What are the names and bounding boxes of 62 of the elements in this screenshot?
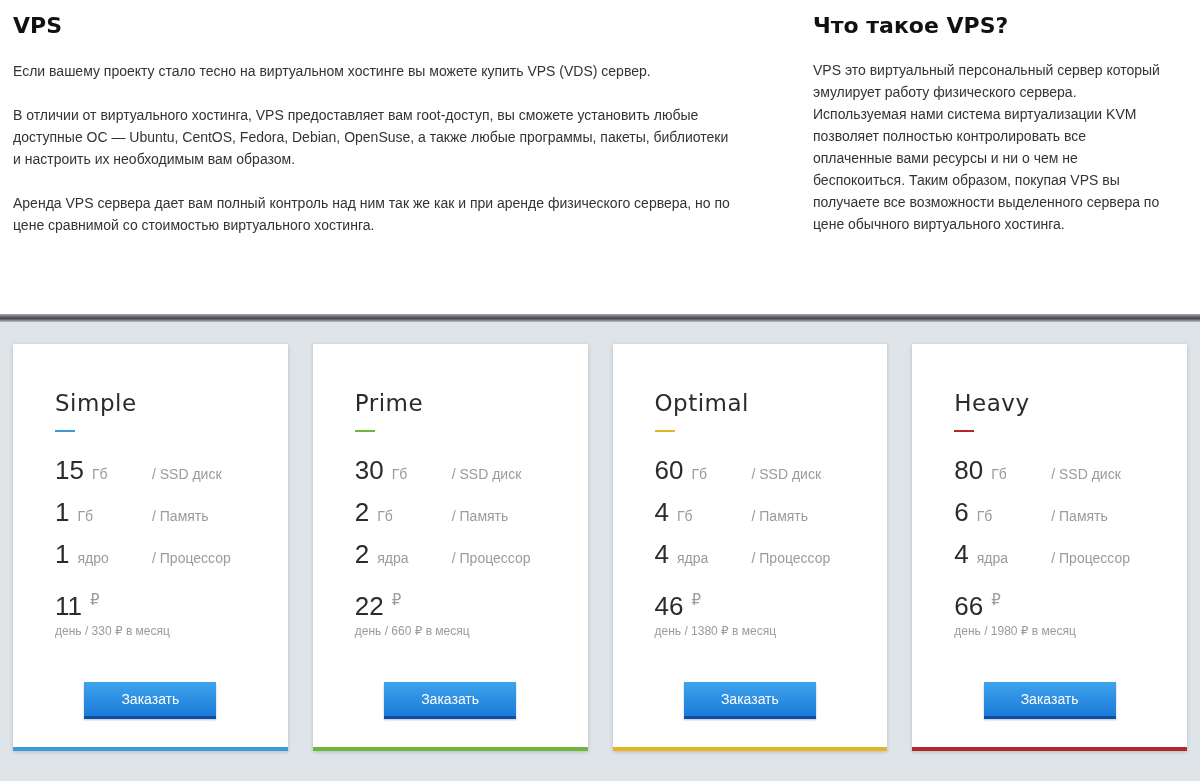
about-text: VPS это виртуальный персональный сервер который эмулирует работу физического сервера. Используемая нами система виртуализации KVM позволяет полностью контролировать все оплаченные вами ресурсы и ни о чем не беспокоиться. Таким образом, покупая VPS вы получаете все возможности выделенного сервера по цене обычного виртуального хостинга. bbox=[813, 61, 1161, 234]
price-note: день / 1380 ₽ в месяц bbox=[654, 623, 777, 639]
plan-name: Optimal bbox=[654, 389, 749, 418]
plan-name: Heavy bbox=[954, 389, 1030, 418]
about-heading: Что такое VPS? bbox=[813, 12, 1010, 40]
spec-label: / SSD диск bbox=[152, 465, 222, 484]
spec-label: / Процессор bbox=[1051, 549, 1131, 568]
plan-name: Prime bbox=[354, 389, 424, 418]
spec-value: 60 bbox=[654, 455, 684, 485]
order-button[interactable]: Заказать bbox=[84, 682, 217, 719]
spec-value: 15 bbox=[55, 455, 84, 485]
spec-unit: Гб bbox=[91, 465, 108, 484]
spec-value: 30 bbox=[354, 455, 384, 485]
currency-sign: ₽ bbox=[90, 591, 100, 609]
spec-unit: Гб bbox=[77, 507, 94, 526]
spec-unit: Гб bbox=[676, 507, 693, 526]
spec-label: / Память bbox=[1051, 507, 1108, 526]
price-value: 46 bbox=[654, 591, 684, 621]
spec-label: / SSD диск bbox=[751, 465, 822, 484]
spec-label: / Память bbox=[451, 507, 509, 526]
spec-unit: ядра bbox=[976, 549, 1009, 568]
plan-name: Simple bbox=[55, 389, 137, 418]
price-value: 22 bbox=[354, 591, 384, 621]
spec-label: / Процессор bbox=[451, 549, 531, 568]
spec-unit: ядра bbox=[377, 549, 409, 568]
spec-label: / Процессор bbox=[751, 549, 831, 568]
price-value: 66 bbox=[954, 591, 984, 621]
spec-value: 4 bbox=[654, 497, 669, 527]
price-note: день / 330 ₽ в месяц bbox=[55, 623, 170, 639]
spec-label: / Память bbox=[751, 507, 809, 526]
spec-unit: Гб bbox=[976, 507, 993, 526]
spec-value: 6 bbox=[954, 497, 969, 527]
price-note: день / 660 ₽ в месяц bbox=[354, 623, 470, 639]
order-button[interactable]: Заказать bbox=[384, 682, 517, 719]
spec-unit: Гб bbox=[377, 507, 393, 526]
spec-unit: Гб bbox=[391, 465, 408, 484]
spec-value: 1 bbox=[55, 497, 70, 527]
spec-unit: Гб bbox=[991, 465, 1007, 484]
spec-value: 80 bbox=[954, 455, 984, 485]
spec-unit: ядро bbox=[77, 549, 109, 568]
spec-value: 1 bbox=[55, 539, 70, 569]
spec-label: / Процессор bbox=[152, 549, 231, 568]
price-note: день / 1980 ₽ в месяц bbox=[954, 623, 1076, 639]
intro-paragraph: Аренда VPS сервера дает вам полный контроль над ним так же как и при аренде физического сервера, но по цене сравнимой со стоимостью виртуального хостинга. bbox=[13, 194, 731, 235]
spec-value: 2 bbox=[354, 497, 370, 527]
spec-value: 4 bbox=[954, 539, 969, 569]
spec-unit: ядра bbox=[676, 549, 709, 568]
price-value: 11 bbox=[55, 591, 82, 621]
spec-value: 2 bbox=[354, 539, 370, 569]
spec-label: / SSD диск bbox=[1051, 465, 1121, 484]
intro-paragraph: Если вашему проекту стало тесно на виртуальном хостинге вы можете купить VPS (VDS) сервер. bbox=[13, 62, 652, 81]
order-button[interactable]: Заказать bbox=[683, 682, 816, 719]
currency-sign: ₽ bbox=[991, 591, 1001, 609]
spec-label: / Память bbox=[152, 507, 209, 526]
currency-sign: ₽ bbox=[391, 591, 402, 609]
page-heading: VPS bbox=[13, 12, 63, 40]
spec-value: 4 bbox=[654, 539, 669, 569]
order-button[interactable]: Заказать bbox=[983, 682, 1116, 719]
currency-sign: ₽ bbox=[691, 591, 701, 609]
spec-unit: Гб bbox=[691, 465, 708, 484]
intro-paragraph: В отличии от виртуального хостинга, VPS предоставляет вам root-доступ, вы сможете установить любые доступные ОС — Ubuntu, CentOS, Fedora, Debian, OpenSuse, а также любые программы, пакеты, библиотеки и настроить их необходимым вам образом. bbox=[13, 106, 730, 169]
spec-label: / SSD диск bbox=[451, 465, 522, 484]
